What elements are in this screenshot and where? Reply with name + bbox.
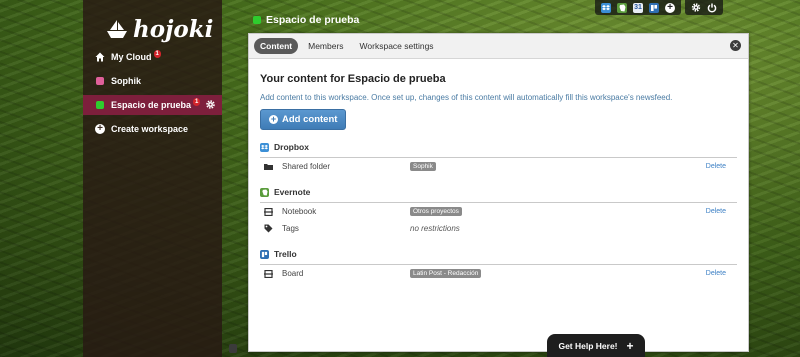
section-evernote: Evernote Notebook Otros proyectos Delete… (260, 187, 737, 237)
notification-badge: 1 (193, 98, 201, 106)
close-icon[interactable]: ✕ (730, 40, 741, 51)
delete-link[interactable]: Delete (706, 163, 726, 170)
sidebar-item-label: Espacio de prueba (111, 100, 192, 110)
help-label: Get Help Here! (558, 340, 618, 351)
tab-workspace-settings[interactable]: Workspace settings (354, 38, 440, 54)
row-label: Notebook (282, 207, 317, 216)
trello-icon (260, 249, 269, 259)
panel-description: Add content to this workspace. Once set … (260, 93, 673, 102)
plus-circle-icon: + (269, 114, 278, 124)
section-dropbox: Dropbox Shared folder Sophik Delete (260, 142, 737, 175)
sidebar-item-label: My Cloud (111, 52, 152, 62)
plus-icon: + (626, 338, 634, 353)
row-label: Tags (282, 224, 299, 233)
row-value-tag: Otros proyectos (410, 207, 462, 216)
notebook-icon (263, 207, 273, 216)
row-label: Shared folder (282, 162, 331, 171)
gear-icon[interactable] (205, 99, 216, 112)
content-row: Tags no restrictions (260, 220, 737, 237)
content-row: Shared folder Sophik Delete (260, 158, 737, 175)
content-row: Notebook Otros proyectos Delete (260, 203, 737, 220)
board-icon (263, 269, 273, 278)
tag-icon (263, 224, 273, 233)
calendar-icon[interactable]: 31 (633, 2, 643, 13)
add-service-icon[interactable]: + (665, 2, 675, 13)
home-icon (95, 52, 105, 62)
sidebar-item-label: Sophik (111, 76, 142, 86)
section-header: Dropbox (260, 142, 737, 158)
sidebar-nav: My Cloud 1 Sophik Espacio de prueba 1 + … (83, 47, 222, 143)
sidebar-item-espacio-de-prueba[interactable]: Espacio de prueba 1 (83, 95, 222, 115)
panel-heading: Your content for Espacio de prueba (260, 73, 446, 85)
section-header: Evernote (260, 187, 737, 203)
power-icon[interactable] (707, 3, 717, 13)
tab-content[interactable]: Content (254, 38, 299, 54)
settings-gear-icon[interactable] (691, 3, 701, 13)
row-value-tag: Sophik (410, 162, 436, 171)
green-square-icon (253, 16, 261, 24)
get-help-button[interactable]: Get Help Here! + (547, 334, 645, 357)
add-content-label: Add content (282, 114, 338, 125)
hojoki-logo[interactable]: hojoki (105, 13, 213, 45)
section-header: Trello (260, 249, 737, 265)
boat-logo-icon (107, 20, 127, 38)
workspace-title-text: Espacio de prueba (266, 14, 360, 26)
sidebar-item-sophik[interactable]: Sophik (83, 71, 222, 91)
delete-link[interactable]: Delete (706, 270, 726, 277)
folder-icon (263, 163, 273, 170)
row-value-text: no restrictions (410, 224, 460, 233)
logo-text: hojoki (133, 15, 214, 43)
evernote-icon[interactable] (617, 2, 627, 13)
sidebar-item-my-cloud[interactable]: My Cloud 1 (83, 47, 222, 67)
top-toolbar: 31 + (595, 0, 800, 15)
section-title: Dropbox (274, 142, 309, 152)
sidebar-item-create-workspace[interactable]: + Create workspace (83, 119, 222, 139)
row-value-tag: Latin Post - Redacción (410, 269, 482, 278)
plus-circle-icon: + (95, 124, 105, 134)
dropbox-icon[interactable] (601, 2, 611, 13)
trello-icon[interactable] (649, 2, 659, 13)
section-title: Evernote (274, 187, 311, 197)
workspace-panel: Content Members Workspace settings ✕ You… (248, 33, 749, 352)
notification-badge: 1 (153, 50, 161, 58)
row-label: Board (282, 269, 304, 278)
sidebar-item-label: Create workspace (111, 124, 189, 134)
pink-square-icon (95, 76, 105, 86)
account-icons (685, 0, 723, 15)
tab-members[interactable]: Members (302, 38, 349, 54)
service-icons: 31 + (595, 0, 681, 15)
tab-bar: Content Members Workspace settings ✕ (249, 34, 748, 59)
workspace-title: Espacio de prueba (253, 14, 359, 26)
dropbox-icon (260, 142, 269, 152)
green-square-icon (95, 100, 105, 110)
content-row: Board Latin Post - Redacción Delete (260, 265, 737, 282)
scroll-handle[interactable] (229, 344, 237, 353)
delete-link[interactable]: Delete (706, 208, 726, 215)
add-content-button[interactable]: + Add content (260, 109, 347, 130)
evernote-icon (260, 187, 269, 197)
section-trello: Trello Board Latin Post - Redacción Dele… (260, 249, 737, 282)
panel-content: Your content for Espacio de prueba Add c… (249, 59, 748, 282)
sidebar: hojoki My Cloud 1 Sophik Espacio de prue… (83, 0, 222, 357)
section-title: Trello (274, 249, 297, 259)
